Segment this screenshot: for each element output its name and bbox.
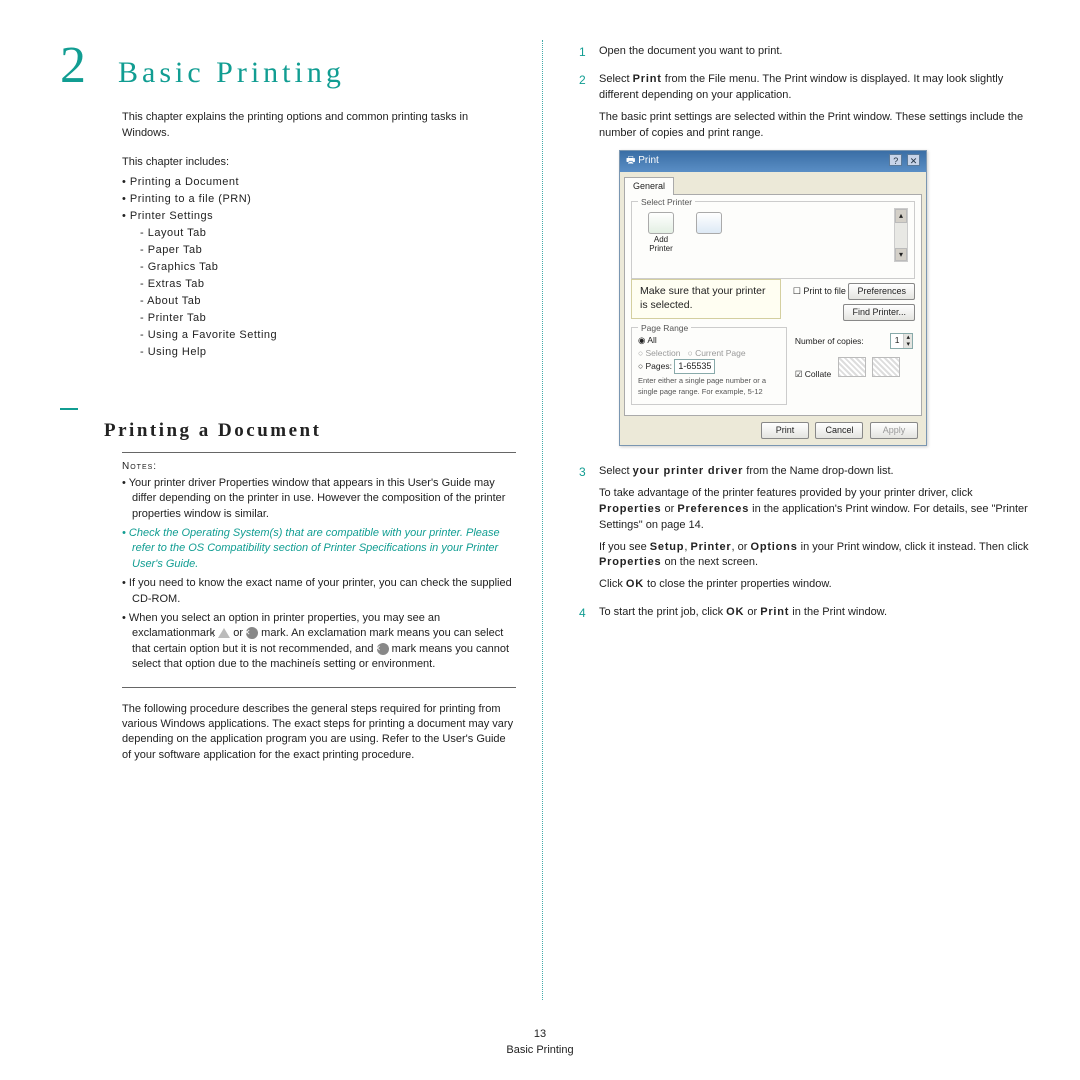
preferences-button[interactable]: Preferences — [848, 283, 915, 300]
footer-label: Basic Printing — [0, 1043, 1080, 1058]
error-icon: ✕ — [246, 627, 258, 639]
note-item-italic: Check the Operating System(s) that are c… — [122, 526, 516, 572]
column-divider — [542, 40, 543, 1000]
toc-subitem[interactable]: Paper Tab — [140, 244, 516, 256]
range-hint: Enter either a single page number or a s… — [638, 376, 780, 398]
collate-checkbox[interactable]: Collate — [795, 369, 831, 379]
add-printer-icon[interactable]: Add Printer — [644, 212, 678, 254]
toc-subitem[interactable]: Printer Tab — [140, 312, 516, 324]
radio-pages[interactable]: Pages: — [638, 361, 672, 371]
toc-subitem[interactable]: Using Help — [140, 346, 516, 358]
close-icon[interactable]: ✕ — [907, 154, 920, 166]
note-item: If you need to know the exact name of yo… — [122, 576, 516, 607]
body-paragraph: The following procedure describes the ge… — [122, 702, 516, 764]
callout-box: Make sure that your printer is selected. — [631, 279, 781, 318]
toc-item[interactable]: Printer Settings Layout Tab Paper Tab Gr… — [122, 210, 516, 358]
steps-list: 1 Open the document you want to print. 2… — [579, 44, 1035, 627]
chapter-heading: 2 Basic Printing — [60, 40, 516, 92]
note-item: Your printer driver Properties window th… — [122, 476, 516, 522]
collate-icon — [838, 357, 866, 377]
group-page-range: Page Range — [638, 322, 691, 334]
print-to-file-checkbox[interactable]: Print to file — [793, 286, 846, 296]
cancel-button[interactable]: Cancel — [815, 422, 863, 439]
toc-item[interactable]: Printing a Document — [122, 176, 516, 188]
radio-selection[interactable]: Selection — [638, 348, 680, 358]
toc-subitem[interactable]: Extras Tab — [140, 278, 516, 290]
toc-item[interactable]: Printing to a file (PRN) — [122, 193, 516, 205]
apply-button[interactable]: Apply — [870, 422, 918, 439]
copies-spinner[interactable]: 1▴▾ — [890, 333, 913, 349]
print-dialog: 🖶 Print ? ✕ General Select Printer — [619, 150, 927, 446]
error-icon: ✕ — [377, 643, 389, 655]
print-button[interactable]: Print — [761, 422, 809, 439]
toc-subitem[interactable]: Graphics Tab — [140, 261, 516, 273]
collate-icon — [872, 357, 900, 377]
step-2: 2 Select Print from the File menu. The P… — [579, 72, 1035, 458]
chapter-number: 2 — [60, 40, 100, 92]
note-item: When you select an option in printer pro… — [122, 611, 516, 673]
intro-paragraph: This chapter explains the printing optio… — [122, 110, 516, 142]
notes-label: Notes: — [122, 461, 516, 472]
pages-input[interactable]: 1-65535 — [674, 359, 715, 374]
group-select-printer: Select Printer — [638, 196, 695, 208]
warning-icon — [218, 628, 230, 638]
printer-icon[interactable] — [692, 212, 726, 236]
toc-subitem[interactable]: About Tab — [140, 295, 516, 307]
dialog-titlebar: 🖶 Print ? ✕ — [620, 151, 926, 173]
toc-list: Printing a Document Printing to a file (… — [122, 176, 516, 358]
toc-subitem[interactable]: Using a Favorite Setting — [140, 329, 516, 341]
tab-general[interactable]: General — [624, 177, 674, 195]
notes-block: Notes: Your printer driver Properties wi… — [122, 452, 516, 688]
section-rule — [60, 394, 516, 410]
page-footer: 13 Basic Printing — [0, 1027, 1080, 1058]
scrollbar[interactable]: ▴▾ — [894, 208, 908, 262]
step-4: 4 To start the print job, click OK or Pr… — [579, 605, 1035, 627]
step-1: 1 Open the document you want to print. — [579, 44, 1035, 66]
toc-subitem[interactable]: Layout Tab — [140, 227, 516, 239]
chapter-title: Basic Printing — [118, 56, 345, 90]
page-number: 13 — [0, 1027, 1080, 1042]
radio-current-page[interactable]: Current Page — [688, 348, 746, 358]
section-title: Printing a Document — [104, 420, 516, 442]
radio-all[interactable]: All — [638, 335, 657, 345]
includes-label: This chapter includes: — [122, 156, 516, 168]
help-icon[interactable]: ? — [889, 154, 902, 166]
copies-label: Number of copies: — [795, 335, 864, 347]
step-3: 3 Select your printer driver from the Na… — [579, 464, 1035, 600]
find-printer-button[interactable]: Find Printer... — [843, 304, 915, 321]
